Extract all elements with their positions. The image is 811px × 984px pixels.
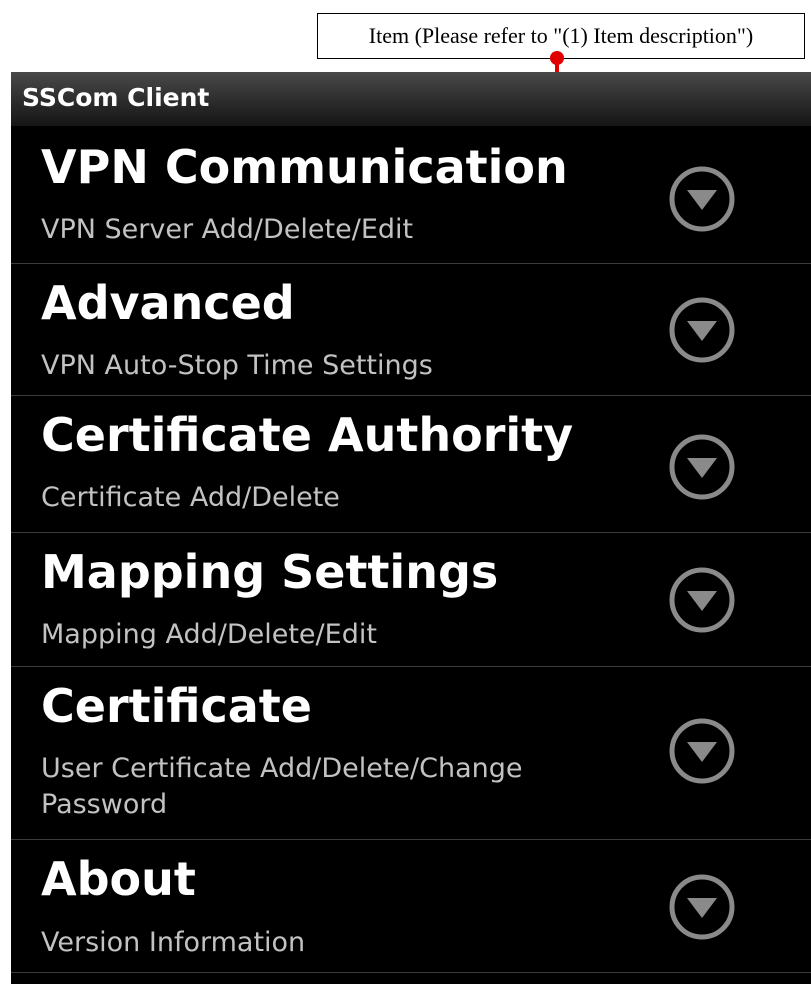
item-title: Certificate Authority [41,408,574,462]
settings-list: VPN Communication VPN Server Add/Delete/… [11,126,811,973]
list-item-certificate[interactable]: Certificate User Certificate Add/Delete/… [11,667,811,840]
item-subtitle: VPN Auto-Stop Time Settings [41,350,433,381]
item-subtitle: Mapping Add/Delete/Edit [41,619,377,650]
item-title: Certificate [41,679,312,733]
item-subtitle: User Certificate Add/Delete/Change Passw… [41,753,523,820]
chevron-down-circle-icon[interactable] [667,164,737,234]
chevron-down-circle-icon[interactable] [667,295,737,365]
item-subtitle: Version Information [41,927,306,958]
list-item-advanced[interactable]: Advanced VPN Auto-Stop Time Settings [11,264,811,396]
list-item-about[interactable]: About Version Information [11,840,811,973]
item-title: About [41,852,196,906]
list-item-vpn-communication[interactable]: VPN Communication VPN Server Add/Delete/… [11,126,811,264]
title-bar: SSCom Client [11,72,811,126]
item-subtitle: Certificate Add/Delete [41,482,340,513]
phone-screen: SSCom Client VPN Communication VPN Serve… [11,72,811,984]
chevron-down-circle-icon[interactable] [667,716,737,786]
chevron-down-circle-icon[interactable] [667,565,737,635]
item-title: Mapping Settings [41,545,499,599]
item-subtitle: VPN Server Add/Delete/Edit [41,214,414,245]
chevron-down-circle-icon[interactable] [667,872,737,942]
list-item-certificate-authority[interactable]: Certificate Authority Certificate Add/De… [11,396,811,533]
app-title: SSCom Client [22,83,210,112]
list-item-mapping-settings[interactable]: Mapping Settings Mapping Add/Delete/Edit [11,533,811,667]
item-title: Advanced [41,276,295,330]
item-title: VPN Communication [41,140,568,194]
chevron-down-circle-icon[interactable] [667,432,737,502]
